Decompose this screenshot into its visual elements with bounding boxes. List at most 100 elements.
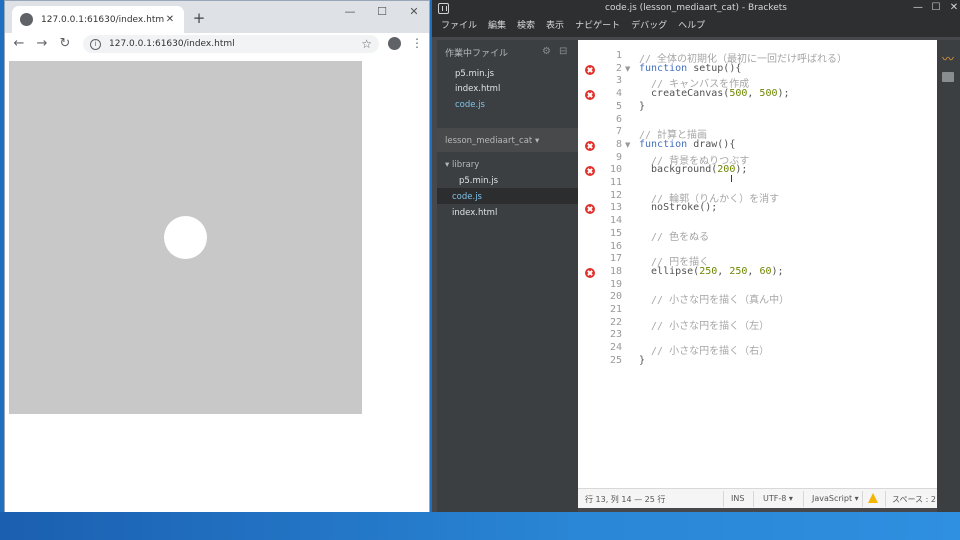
maximize-button[interactable]: ☐: [369, 4, 395, 20]
text-cursor-icon: I: [730, 174, 733, 185]
error-marker-icon[interactable]: [585, 90, 595, 101]
tree-item-p5[interactable]: p5.min.js: [459, 176, 498, 186]
code-line[interactable]: noStroke();: [639, 202, 717, 213]
bookmark-star-icon[interactable]: ☆: [361, 37, 372, 51]
code-number: 250: [729, 265, 748, 277]
line-number: 16: [609, 240, 622, 252]
minimize-button[interactable]: —: [337, 4, 363, 20]
code-line[interactable]: }: [639, 355, 645, 366]
code-line[interactable]: // 小さな円を描く（真ん中）: [639, 291, 789, 306]
sidebar: 作業中ファイル ⚙ ⊟ p5.min.js index.html code.js…: [437, 40, 578, 512]
brackets-close-button[interactable]: ✕: [944, 1, 960, 15]
close-window-button[interactable]: ✕: [401, 4, 427, 20]
white-circle: [164, 216, 207, 259]
code-line[interactable]: function draw(){: [639, 139, 735, 150]
error-marker-icon[interactable]: [585, 64, 595, 75]
status-bar: 行 13, 列 14 — 25 行 INS UTF-8 ▾ JavaScript…: [578, 488, 937, 508]
menu-debug[interactable]: デバッグ: [631, 18, 667, 37]
menu-find[interactable]: 検索: [517, 18, 535, 37]
error-marker-icon[interactable]: [585, 166, 595, 177]
back-arrow-icon[interactable]: ←: [11, 36, 27, 52]
brackets-maximize-button[interactable]: ☐: [926, 1, 946, 15]
line-number: 13: [609, 202, 622, 214]
code-line[interactable]: // 小さな円を描く（左）: [639, 317, 769, 332]
info-icon[interactable]: i: [90, 38, 101, 50]
menu-view[interactable]: 表示: [546, 18, 564, 37]
indent-spaces[interactable]: スペース : 2: [892, 494, 936, 505]
brackets-minimize-button[interactable]: —: [908, 1, 928, 15]
code-text: );: [735, 164, 748, 176]
menu-help[interactable]: ヘルプ: [678, 18, 705, 37]
browser-toolbar: ← → ↻ i 127.0.0.1:61630/index.html ☆ ⋮: [5, 33, 429, 55]
menu-edit[interactable]: 編集: [488, 18, 506, 37]
language-select[interactable]: JavaScript ▾: [812, 494, 859, 503]
page-content: [5, 55, 429, 512]
code-text: setup(){: [687, 62, 742, 74]
menu-file[interactable]: ファイル: [441, 18, 477, 37]
code-editor[interactable]: I 1// 全体の初期化（最初に一回だけ呼ばれる） 2 ▼ function setu…: [578, 40, 937, 508]
right-toolbar: 〰: [937, 40, 960, 512]
desktop-taskbar-strip: [0, 512, 960, 540]
line-number: 19: [609, 278, 622, 290]
gear-icon[interactable]: ⚙: [542, 46, 551, 57]
code-line[interactable]: // 色をぬる: [639, 228, 709, 243]
status-divider: [803, 491, 804, 507]
error-marker-icon[interactable]: [585, 204, 595, 215]
encoding-select[interactable]: UTF-8 ▾: [763, 494, 793, 503]
browser-tab[interactable]: 127.0.0.1:61630/index.html ✕: [12, 6, 184, 33]
code-line[interactable]: createCanvas(500, 500);: [639, 88, 790, 99]
line-number: 14: [609, 215, 622, 227]
code-line[interactable]: background(200);: [639, 164, 747, 175]
code-line[interactable]: function setup(){: [639, 63, 741, 74]
line-number: 24: [609, 342, 622, 354]
brackets-titlebar: code.js (lesson_mediaart_cat) - Brackets…: [432, 0, 960, 18]
code-comment: // 小さな円を描く（真ん中）: [639, 295, 790, 307]
live-preview-icon[interactable]: 〰: [942, 50, 954, 67]
line-number: 17: [609, 253, 622, 265]
line-number: 21: [609, 304, 622, 315]
address-bar[interactable]: i 127.0.0.1:61630/index.html ☆: [83, 35, 379, 53]
line-number: 1: [615, 50, 622, 61]
kebab-menu-icon[interactable]: ⋮: [411, 36, 423, 50]
line-number: 6: [615, 113, 622, 125]
ins-mode[interactable]: INS: [731, 494, 744, 503]
line-number: 7: [615, 126, 622, 138]
project-name[interactable]: lesson_mediaart_cat ▾: [445, 136, 539, 146]
code-comment: // 小さな円を描く（左）: [639, 320, 770, 332]
working-file-item[interactable]: index.html: [455, 84, 500, 94]
line-number: 10: [609, 164, 622, 176]
code-line[interactable]: }: [639, 101, 645, 112]
reload-icon[interactable]: ↻: [57, 36, 73, 52]
working-file-item-active[interactable]: code.js: [455, 100, 485, 110]
cursor-position: 行 13, 列 14 — 25 行: [585, 495, 666, 504]
tree-item-code[interactable]: code.js: [452, 192, 482, 202]
fold-arrow-icon[interactable]: ▼: [625, 65, 630, 73]
menu-bar: ファイル 編集 検索 表示 ナビゲート デバッグ ヘルプ: [432, 18, 960, 37]
code-number: 250: [699, 265, 718, 277]
tree-folder-library[interactable]: ▾ library: [445, 160, 479, 170]
split-view-icon[interactable]: ⊟: [559, 46, 567, 57]
line-number: 23: [609, 329, 622, 341]
p5-canvas: [9, 61, 362, 414]
line-number: 25: [609, 354, 622, 366]
line-number: 2: [615, 62, 622, 74]
menu-navigate[interactable]: ナビゲート: [575, 18, 620, 37]
fold-arrow-icon[interactable]: ▼: [625, 141, 630, 149]
code-line[interactable]: // 小さな円を描く（右）: [639, 342, 769, 357]
error-marker-icon[interactable]: [585, 267, 595, 278]
tree-item-index[interactable]: index.html: [452, 208, 497, 218]
warning-icon[interactable]: [868, 493, 878, 503]
code-text: }: [639, 354, 646, 366]
tab-close-icon[interactable]: ✕: [164, 14, 176, 25]
code-line[interactable]: ellipse(250, 250, 60);: [639, 266, 784, 277]
code-text: noStroke();: [639, 202, 718, 214]
new-tab-button[interactable]: +: [191, 10, 207, 26]
line-number: 12: [609, 189, 622, 201]
profile-avatar-icon[interactable]: [388, 37, 401, 50]
project-header[interactable]: lesson_mediaart_cat ▾: [437, 128, 578, 152]
extension-manager-icon[interactable]: [942, 72, 954, 82]
forward-arrow-icon[interactable]: →: [34, 36, 50, 52]
url-text: 127.0.0.1:61630/index.html: [109, 39, 235, 49]
error-marker-icon[interactable]: [585, 140, 595, 151]
working-file-item[interactable]: p5.min.js: [455, 69, 494, 79]
